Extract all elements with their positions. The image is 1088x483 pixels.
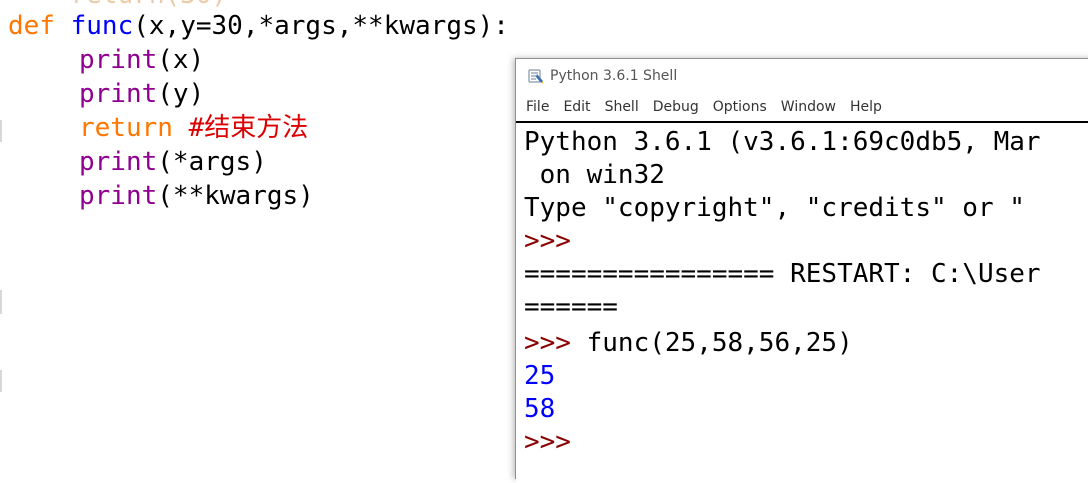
code-comment: #结束方法 xyxy=(188,113,309,143)
gutter-mark xyxy=(0,290,2,314)
command-text: func(25,58,56,25) xyxy=(570,328,853,358)
keyword-def: def xyxy=(8,11,55,41)
builtin-print: print xyxy=(79,181,158,211)
output-value: 58 xyxy=(524,394,556,424)
shell-prompt: >>> xyxy=(524,328,571,358)
menu-shell[interactable]: Shell xyxy=(605,97,639,117)
banner-line: Type "copyright", "credits" or " xyxy=(524,193,1025,223)
python-idle-icon xyxy=(528,68,544,84)
menu-window[interactable]: Window xyxy=(781,97,836,117)
shell-prompt: >>> xyxy=(524,427,571,457)
code-line-def: def func(x,y=30,*args,**kwargs): xyxy=(8,9,509,43)
python-shell-window[interactable]: Python 3.6.1 Shell File Edit Shell Debug… xyxy=(515,58,1088,483)
banner-line: Python 3.6.1 (v3.6.1:69c0db5, Mar xyxy=(524,127,1041,157)
builtin-print: print xyxy=(79,79,158,109)
gutter-mark xyxy=(0,370,2,392)
shell-output-area[interactable]: Python 3.6.1 (v3.6.1:69c0db5, Mar on win… xyxy=(516,121,1088,483)
print-args: (**kwargs) xyxy=(157,181,314,211)
menu-debug[interactable]: Debug xyxy=(653,97,699,117)
command-line: >>> func(25,58,56,25) xyxy=(524,327,853,360)
code-line-print-y: print(y) xyxy=(8,77,204,111)
code-line-print-args: print(*args) xyxy=(8,145,267,179)
menu-help[interactable]: Help xyxy=(850,97,882,117)
print-args: (*args) xyxy=(157,147,267,177)
restart-line-tail: ====== xyxy=(524,292,618,322)
print-args: (y) xyxy=(157,79,205,109)
menu-file[interactable]: File xyxy=(526,97,549,117)
keyword-return: return xyxy=(79,113,173,143)
builtin-print: print xyxy=(79,45,158,75)
input-line[interactable]: >>> xyxy=(524,426,571,459)
code-line-print-kwargs: print(**kwargs) xyxy=(8,179,314,213)
code-line-return: return #结束方法 xyxy=(8,111,308,145)
function-name: func xyxy=(70,11,134,41)
shell-prompt: >>> xyxy=(524,226,571,256)
function-signature: (x,y=30,*args,**kwargs): xyxy=(133,11,509,41)
window-titlebar[interactable]: Python 3.6.1 Shell xyxy=(516,59,1088,93)
code-line-print-x: print(x) xyxy=(8,43,204,77)
menu-bar: File Edit Shell Debug Options Window Hel… xyxy=(516,94,1088,120)
builtin-print: print xyxy=(79,147,158,177)
window-title: Python 3.6.1 Shell xyxy=(550,68,678,84)
gutter-mark xyxy=(0,120,2,142)
output-value: 25 xyxy=(524,361,556,391)
menu-options[interactable]: Options xyxy=(713,97,767,117)
restart-line: ================ RESTART: C:\User xyxy=(524,259,1041,289)
menu-edit[interactable]: Edit xyxy=(563,97,590,117)
print-args: (x) xyxy=(157,45,205,75)
banner-line: on win32 xyxy=(524,160,665,190)
